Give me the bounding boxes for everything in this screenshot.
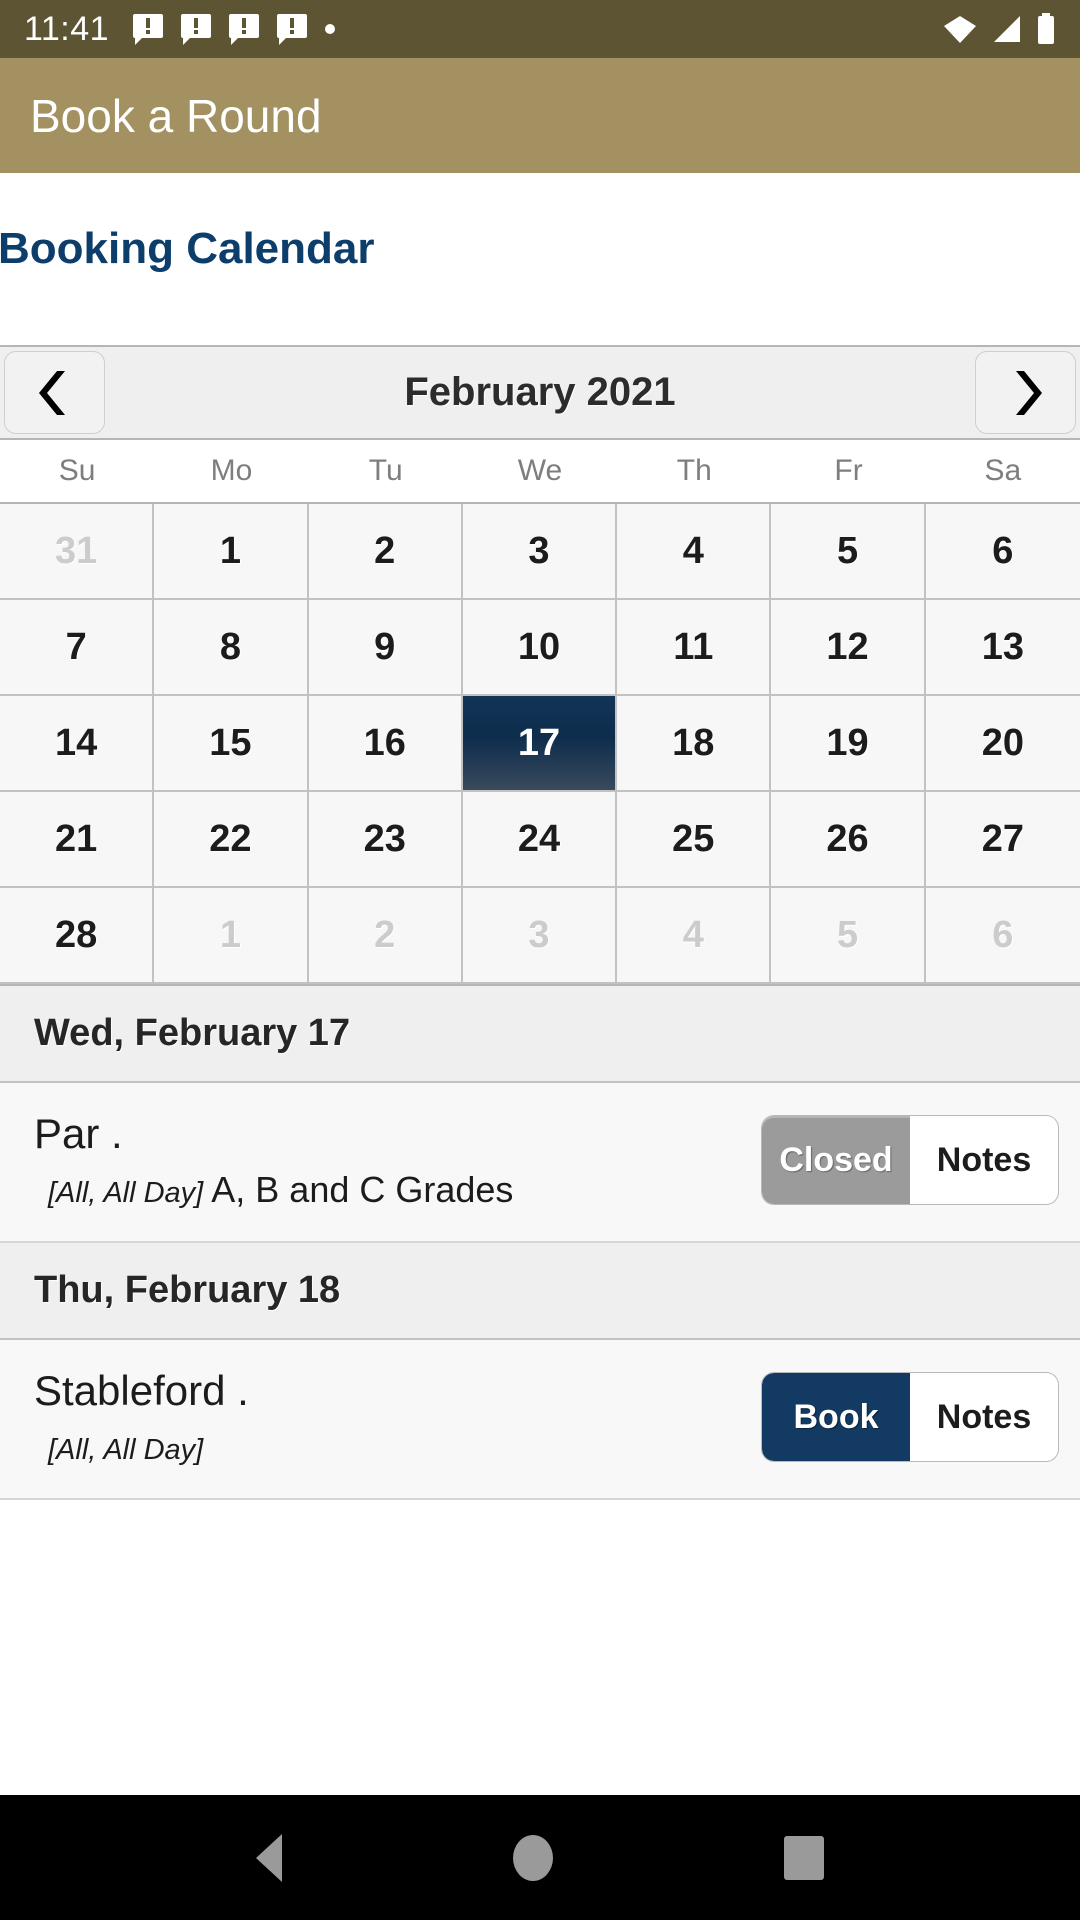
next-month-button[interactable] [975, 351, 1076, 435]
status-notification-icons [133, 14, 942, 45]
page-title: Booking Calendar [0, 224, 375, 273]
event-info: Stableford . [All, All Day] [34, 1367, 762, 1467]
notes-button[interactable]: Notes [910, 1373, 1058, 1462]
event-title: Par . [34, 1110, 123, 1158]
calendar-day[interactable]: 16 [308, 696, 463, 793]
status-time: 11:41 [24, 9, 110, 48]
calendar-day[interactable]: 14 [0, 696, 155, 793]
calendar-day[interactable]: 8 [154, 600, 309, 697]
calendar-day[interactable]: 5 [771, 888, 926, 985]
weekday-label: Sa [984, 454, 1022, 488]
prev-month-button[interactable] [4, 351, 105, 435]
calendar-day[interactable]: 13 [925, 600, 1080, 697]
notes-button[interactable]: Notes [910, 1116, 1058, 1205]
calendar-day[interactable]: 22 [154, 792, 309, 889]
weekday-label: Mo [210, 454, 253, 488]
event-time-bracket: [All, All Day] [48, 1433, 204, 1466]
weekday-label: Th [676, 454, 712, 488]
calendar-day[interactable]: 18 [617, 696, 772, 793]
calendar-day[interactable]: 6 [925, 888, 1080, 985]
calendar-day[interactable]: 5 [771, 504, 926, 601]
android-navigation-bar [0, 1795, 1080, 1920]
event-time-bracket: [All, All Day] [48, 1176, 204, 1209]
calendar-header: February 2021 [0, 347, 1080, 441]
calendar-day[interactable]: 26 [771, 792, 926, 889]
chevron-left-icon [38, 370, 65, 415]
chat-alert-icon [133, 14, 164, 45]
event-detail: A, B and C Grades [203, 1168, 514, 1210]
calendar-day[interactable]: 4 [617, 504, 772, 601]
home-icon[interactable] [512, 1834, 553, 1881]
calendar-month-title: February 2021 [404, 370, 676, 415]
event-row: Stableford . [All, All Day] Book Notes [0, 1340, 1080, 1501]
calendar-day[interactable]: 3 [462, 504, 618, 601]
calendar-day[interactable]: 2 [308, 504, 463, 601]
calendar-day[interactable]: 6 [925, 504, 1080, 601]
chat-alert-icon [181, 14, 212, 45]
calendar-day[interactable]: 1 [154, 504, 309, 601]
calendar-weekday-header: Su Mo Tu We Th Fr Sa [0, 440, 1080, 505]
battery-icon [1038, 13, 1054, 44]
wifi-icon [944, 16, 976, 43]
recents-icon[interactable] [784, 1835, 825, 1880]
chat-alert-icon [229, 14, 260, 45]
calendar-day[interactable]: 9 [308, 600, 463, 697]
calendar-day[interactable]: 28 [0, 888, 155, 985]
weekday-label: Fr [834, 454, 863, 488]
event-date-header: Thu, February 18 [0, 1243, 1080, 1341]
calendar-day[interactable]: 3 [462, 888, 618, 985]
calendar-day[interactable]: 24 [462, 792, 618, 889]
calendar-day-selected[interactable]: 17 [462, 696, 618, 793]
event-title: Stableford . [34, 1367, 249, 1415]
weekday-label: Su [58, 454, 96, 488]
calendar-day[interactable]: 7 [0, 600, 155, 697]
app-title: Book a Round [30, 89, 322, 142]
booking-calendar: February 2021 Su Mo Tu We Th Fr Sa 31 1 2 3… [0, 345, 1080, 987]
calendar-day[interactable]: 23 [308, 792, 463, 889]
calendar-day[interactable]: 27 [925, 792, 1080, 889]
calendar-day[interactable]: 10 [462, 600, 618, 697]
chevron-right-icon [1015, 370, 1042, 415]
calendar-day[interactable]: 2 [308, 888, 463, 985]
event-sections: Wed, February 17 Par . [All, All Day] A, B… [0, 986, 1080, 1501]
calendar-day[interactable]: 15 [154, 696, 309, 793]
weekday-label: Tu [368, 454, 403, 488]
event-info: Par . [All, All Day] A, B and C Grades [34, 1110, 762, 1210]
status-bar: 11:41 [0, 0, 1080, 58]
event-action-group: Closed Notes [762, 1116, 1058, 1205]
status-system-icons [942, 13, 1056, 45]
back-icon[interactable] [255, 1833, 282, 1882]
calendar-day[interactable]: 21 [0, 792, 155, 889]
signal-icon [994, 16, 1020, 42]
calendar-day[interactable]: 12 [771, 600, 926, 697]
calendar-day[interactable]: 31 [0, 504, 155, 601]
weekday-label: We [517, 454, 563, 488]
calendar-day[interactable]: 11 [617, 600, 772, 697]
event-action-group: Book Notes [762, 1373, 1058, 1462]
event-row: Par . [All, All Day] A, B and C Grades Clo… [0, 1083, 1080, 1244]
chat-alert-icon [277, 14, 308, 45]
event-subtitle: [All, All Day] A, B and C Grades [34, 1169, 762, 1211]
event-subtitle: [All, All Day] [34, 1426, 762, 1468]
calendar-day[interactable]: 4 [617, 888, 772, 985]
calendar-day[interactable]: 19 [771, 696, 926, 793]
more-notifications-dot-icon [325, 24, 336, 34]
book-button[interactable]: Book [762, 1373, 910, 1462]
event-date-header: Wed, February 17 [0, 986, 1080, 1084]
calendar-grid: 31 1 2 3 4 5 6 7 8 9 10 11 12 13 14 15 16 17 18 19 20 21 22 23 2… [0, 504, 1080, 985]
app-bar: Book a Round [0, 58, 1080, 173]
calendar-day[interactable]: 25 [617, 792, 772, 889]
closed-button[interactable]: Closed [762, 1116, 910, 1205]
calendar-day[interactable]: 20 [925, 696, 1080, 793]
calendar-day[interactable]: 1 [154, 888, 309, 985]
